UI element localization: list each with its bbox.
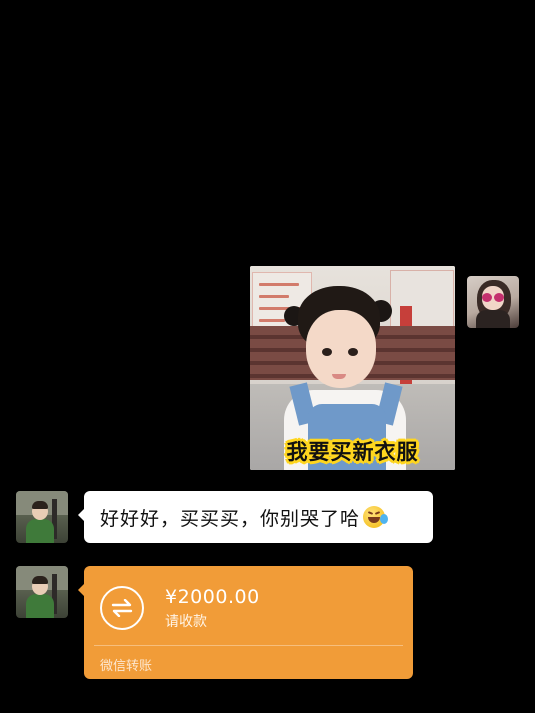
self-avatar[interactable] [467, 276, 519, 328]
transfer-amount: ¥2000.00 [165, 586, 260, 608]
laughing-crying-emoji-icon [363, 506, 389, 528]
sent-image-message[interactable]: 我要买新衣服 [250, 266, 455, 470]
received-text-message[interactable]: 好好好，买买买，你别哭了哈 [78, 491, 433, 543]
transfer-arrows-icon [100, 586, 144, 630]
contact-avatar[interactable] [16, 566, 68, 618]
wechat-transfer-message[interactable]: ¥2000.00 请收款 微信转账 [78, 566, 413, 679]
transfer-footer-label: 微信转账 [100, 659, 153, 674]
girl-eye-left [322, 348, 332, 356]
contact-avatar[interactable] [16, 491, 68, 543]
divider [94, 645, 403, 646]
transfer-status: 请收款 [165, 614, 207, 630]
sticker-caption: 我要买新衣服 [286, 440, 419, 464]
message-text: 好好好，买买买，你别哭了哈 [100, 507, 361, 530]
girl-eye-right [348, 348, 358, 356]
